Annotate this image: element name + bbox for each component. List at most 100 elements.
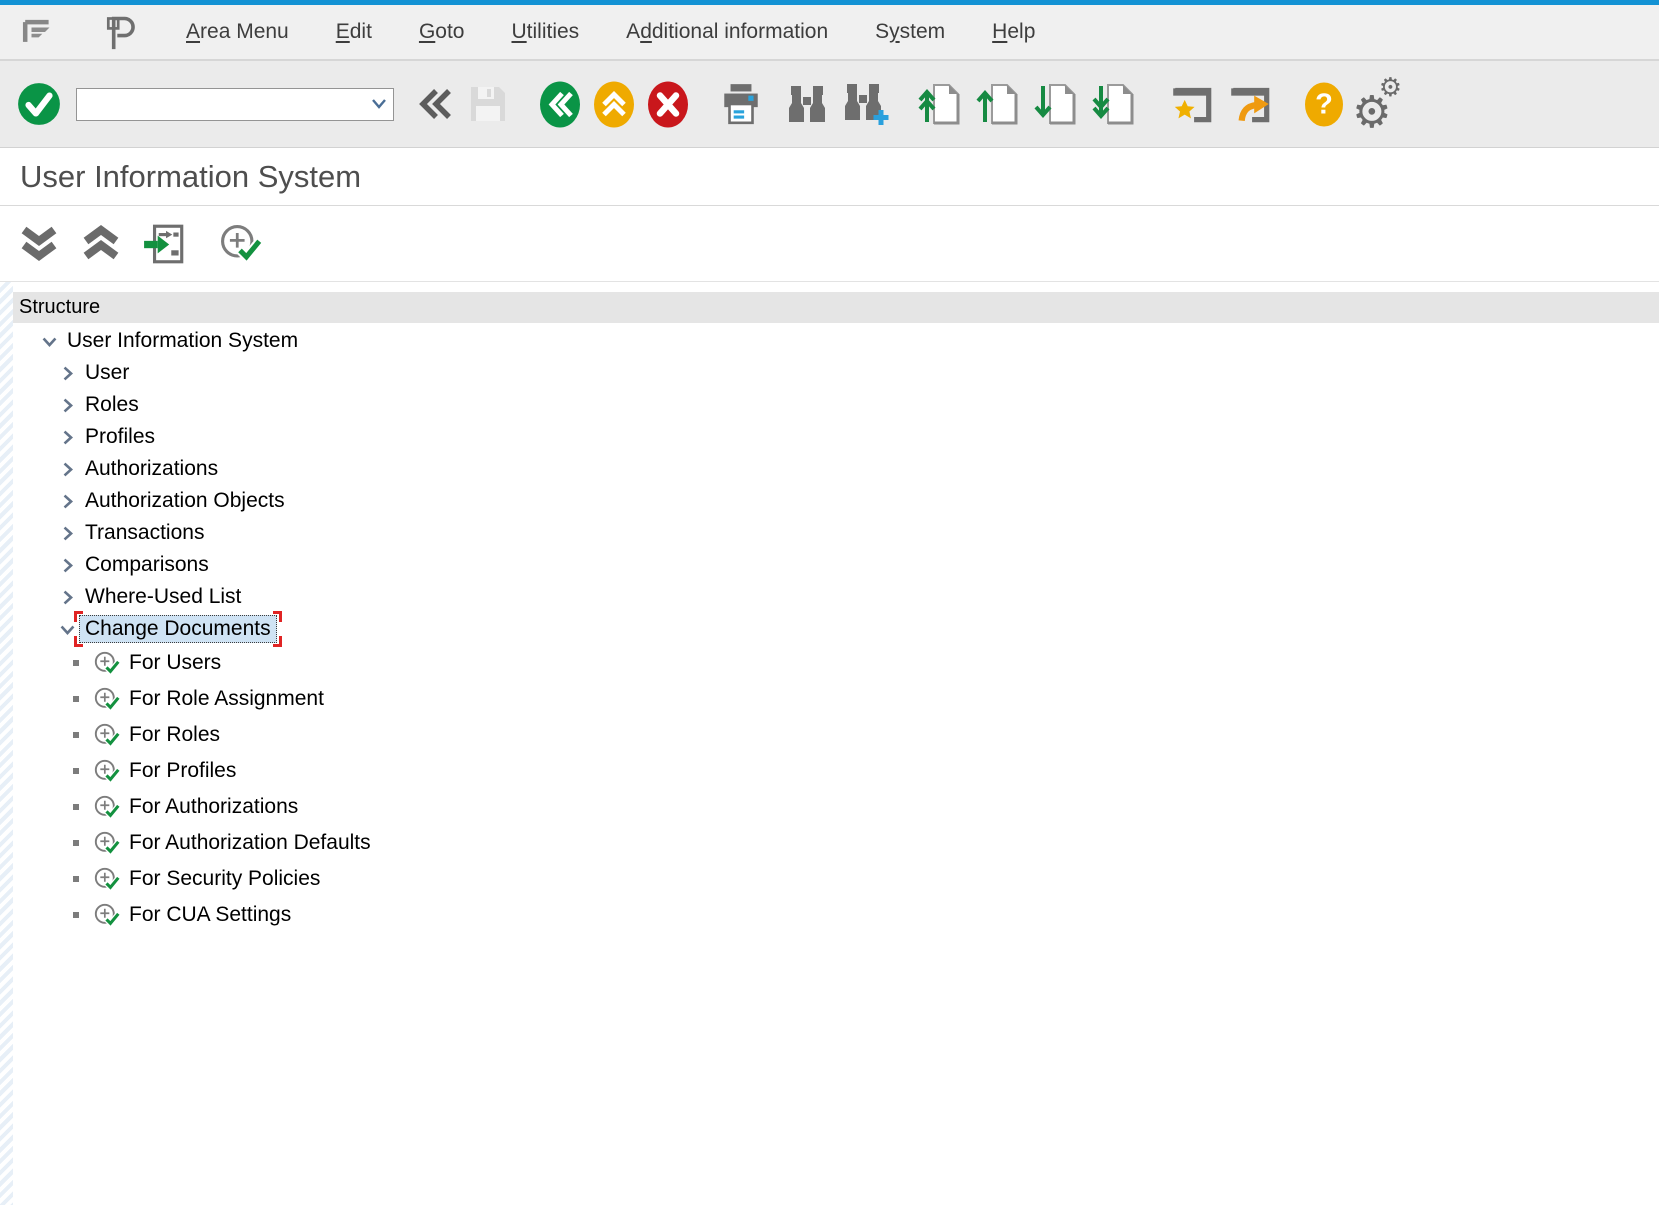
chevron-right-icon[interactable] — [55, 460, 79, 479]
gear-small-icon: ⚙ — [1379, 75, 1402, 101]
menu-item-goto[interactable]: Goto — [419, 20, 465, 44]
find-button[interactable] — [784, 82, 830, 126]
svg-text:?: ? — [1315, 88, 1333, 120]
tree-item-for-authorizations[interactable]: For Authorizations — [13, 789, 1659, 825]
chevron-down-icon[interactable] — [37, 332, 61, 351]
tree-header: Structure — [13, 292, 1659, 323]
tree-item-label[interactable]: For Security Policies — [129, 867, 320, 891]
selected-node-highlight[interactable]: Change Documents — [79, 615, 277, 643]
tree-item-label[interactable]: Where-Used List — [85, 585, 241, 609]
tree-item-label[interactable]: User — [85, 361, 129, 385]
tree-item-for-users[interactable]: For Users — [13, 645, 1659, 681]
tree-item-where-used-list[interactable]: Where-Used List — [13, 581, 1659, 613]
tree-item-label[interactable]: Comparisons — [85, 553, 209, 577]
save-button[interactable] — [466, 82, 510, 126]
sap-logo-icon[interactable] — [100, 10, 140, 54]
execute-icon[interactable] — [93, 758, 120, 785]
tree-item-for-authorization-defaults[interactable]: For Authorization Defaults — [13, 825, 1659, 861]
chevron-right-icon[interactable] — [55, 364, 79, 383]
tree-item-label[interactable]: Profiles — [85, 425, 155, 449]
tree-item-comparisons[interactable]: Comparisons — [13, 549, 1659, 581]
execute-icon[interactable] — [93, 866, 120, 893]
tree-item-label[interactable]: For Roles — [129, 723, 220, 747]
command-field-dropdown-icon[interactable] — [370, 96, 388, 117]
next-page-button[interactable] — [1034, 81, 1082, 127]
previous-page-button[interactable] — [976, 81, 1024, 127]
print-button[interactable] — [718, 81, 764, 127]
menu-item-additional-information[interactable]: Additional information — [626, 20, 828, 44]
tree-item-label[interactable]: Change Documents — [85, 617, 271, 640]
leaf-bullet-icon — [73, 696, 89, 702]
execute-icon[interactable] — [93, 650, 120, 677]
chevron-right-icon[interactable] — [55, 556, 79, 575]
tree-item-label[interactable]: For Profiles — [129, 759, 236, 783]
tree-item-profiles[interactable]: Profiles — [13, 421, 1659, 453]
menu-item-help[interactable]: Help — [992, 20, 1035, 44]
tree-item-label[interactable]: Transactions — [85, 521, 204, 545]
tree-item-for-security-policies[interactable]: For Security Policies — [13, 861, 1659, 897]
menu-item-utilities[interactable]: Utilities — [511, 20, 579, 44]
tree-item-label[interactable]: Authorizations — [85, 457, 218, 481]
menu-item-area-menu[interactable]: Area Menu — [186, 20, 289, 44]
tree-item-user-information-system[interactable]: User Information System — [13, 325, 1659, 357]
selection-corner — [74, 611, 83, 622]
tree-item-authorization-objects[interactable]: Authorization Objects — [13, 485, 1659, 517]
system-menu-icon[interactable] — [14, 12, 58, 52]
title-bar: User Information System — [0, 148, 1659, 206]
collapse-all-button[interactable] — [80, 223, 122, 265]
leaf-bullet-icon — [73, 804, 89, 810]
enter-button[interactable] — [16, 81, 62, 127]
expand-all-button[interactable] — [18, 223, 60, 265]
tree-item-for-role-assignment[interactable]: For Role Assignment — [13, 681, 1659, 717]
tree-panel: Structure User Information System User Rol… — [13, 282, 1659, 1205]
back-button[interactable] — [538, 80, 582, 129]
tree-item-label[interactable]: For Role Assignment — [129, 687, 324, 711]
tree-item-label[interactable]: User Information System — [67, 329, 298, 353]
tree-item-for-roles[interactable]: For Roles — [13, 717, 1659, 753]
new-session-button[interactable] — [1226, 80, 1274, 128]
customize-layout-button[interactable]: ⚙ ⚙ — [1352, 79, 1400, 129]
menu-bar: Area Menu Edit Goto Utilities Additional inf… — [0, 5, 1659, 61]
tree-item-label[interactable]: Roles — [85, 393, 139, 417]
execute-icon[interactable] — [93, 686, 120, 713]
last-page-button[interactable] — [1092, 81, 1140, 127]
leaf-bullet-icon — [73, 840, 89, 846]
execute-icon[interactable] — [93, 722, 120, 749]
command-field[interactable] — [76, 88, 394, 121]
collapse-command-field-button[interactable] — [416, 82, 456, 126]
tree-item-authorizations[interactable]: Authorizations — [13, 453, 1659, 485]
help-button[interactable]: ? — [1302, 80, 1346, 129]
selection-corner — [74, 636, 83, 647]
find-next-button[interactable] — [840, 80, 890, 128]
chevron-right-icon[interactable] — [55, 396, 79, 415]
tree-item-label[interactable]: Authorization Objects — [85, 489, 285, 513]
tree-item-label[interactable]: For Authorization Defaults — [129, 831, 371, 855]
tree-item-label[interactable]: For CUA Settings — [129, 903, 291, 927]
execute-icon[interactable] — [93, 794, 120, 821]
position-button[interactable] — [142, 221, 188, 267]
menu-item-system[interactable]: System — [875, 20, 945, 44]
chevron-right-icon[interactable] — [55, 588, 79, 607]
execute-icon[interactable] — [93, 830, 120, 857]
standard-toolbar: ? ⚙ ⚙ — [0, 61, 1659, 148]
tree-item-transactions[interactable]: Transactions — [13, 517, 1659, 549]
first-page-button[interactable] — [918, 81, 966, 127]
tree-item-roles[interactable]: Roles — [13, 389, 1659, 421]
menu-item-edit[interactable]: Edit — [336, 20, 372, 44]
chevron-right-icon[interactable] — [55, 492, 79, 511]
chevron-right-icon[interactable] — [55, 428, 79, 447]
tree-item-for-cua-settings[interactable]: For CUA Settings — [13, 897, 1659, 933]
tree-item-user[interactable]: User — [13, 357, 1659, 389]
tree-item-change-documents[interactable]: Change Documents — [13, 613, 1659, 645]
tree-item-for-profiles[interactable]: For Profiles — [13, 753, 1659, 789]
exit-button[interactable] — [592, 80, 636, 129]
tree-item-label[interactable]: For Authorizations — [129, 795, 298, 819]
cancel-button[interactable] — [646, 80, 690, 129]
create-shortcut-button[interactable] — [1168, 80, 1216, 128]
execute-icon[interactable] — [93, 902, 120, 929]
tree-item-label[interactable]: For Users — [129, 651, 221, 675]
chevron-right-icon[interactable] — [55, 524, 79, 543]
execute-node-button[interactable] — [218, 222, 262, 266]
page-title: User Information System — [20, 159, 361, 195]
tree: User Information System User Roles Profiles… — [13, 325, 1659, 933]
